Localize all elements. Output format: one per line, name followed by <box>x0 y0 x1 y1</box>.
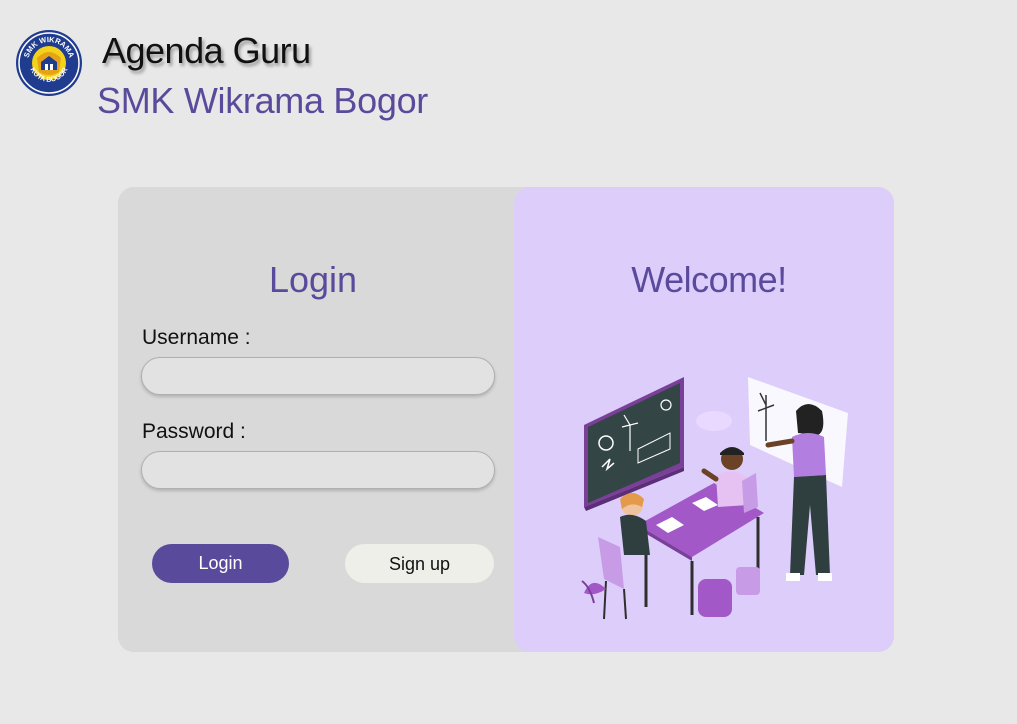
login-button[interactable]: Login <box>152 544 289 583</box>
welcome-panel: Welcome! <box>514 187 894 652</box>
password-label: Password : <box>142 420 246 443</box>
welcome-heading: Welcome! <box>631 259 787 300</box>
login-heading: Login <box>268 259 358 300</box>
signup-button[interactable]: Sign up <box>345 544 494 583</box>
school-logo: SMK WIKRAMA KOTA BOGOR <box>15 28 83 98</box>
login-panel: Login Username : Password : Login Sign u… <box>118 187 514 652</box>
classroom-illustration <box>581 377 848 620</box>
school-name: SMK Wikrama Bogor <box>97 80 428 121</box>
app-title: Agenda Guru <box>102 30 311 71</box>
password-input[interactable] <box>141 451 495 489</box>
username-label: Username : <box>142 326 251 349</box>
username-input[interactable] <box>141 357 495 395</box>
auth-card: Login Username : Password : Login Sign u… <box>118 187 894 652</box>
